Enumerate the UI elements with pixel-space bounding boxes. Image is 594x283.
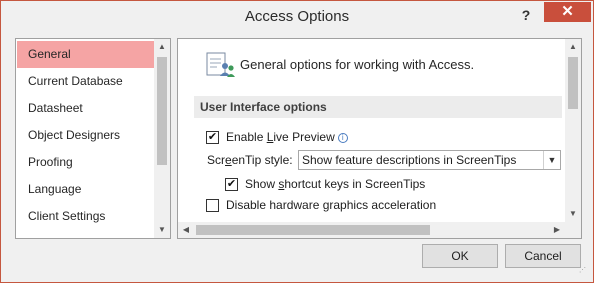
label-part: ive Preview: [273, 130, 335, 144]
page-heading: General options for working with Access.: [240, 57, 475, 72]
hardware-acceleration-checkbox[interactable]: [206, 199, 219, 212]
nav-item-general[interactable]: General: [17, 41, 155, 68]
label-part: Scr: [207, 153, 225, 167]
accelerator-key: e: [225, 153, 232, 167]
cancel-button[interactable]: Cancel: [505, 244, 581, 268]
content-vertical-scrollbar[interactable]: ▲ ▼: [565, 39, 581, 222]
close-button[interactable]: ✕: [544, 2, 591, 22]
ok-button[interactable]: OK: [422, 244, 498, 268]
scroll-up-icon[interactable]: ▲: [154, 39, 170, 55]
nav-item-client-settings[interactable]: Client Settings: [17, 203, 155, 230]
nav-scroll-thumb[interactable]: [157, 57, 167, 165]
scroll-left-icon[interactable]: ◀: [178, 222, 194, 238]
content-scroll-thumb[interactable]: [568, 57, 578, 109]
label-part: hortcut keys in ScreenTips: [284, 177, 426, 191]
screentip-style-label: ScreenTip style:: [207, 153, 293, 167]
live-preview-option[interactable]: ✔ Enable Live Preview i: [206, 130, 366, 146]
shortcut-keys-checkbox[interactable]: ✔: [225, 178, 238, 191]
live-preview-label: Enable Live Preview i: [226, 130, 348, 144]
horizontal-scroll-thumb[interactable]: [196, 225, 430, 235]
nav-item-object-designers[interactable]: Object Designers: [17, 122, 155, 149]
nav-item-proofing[interactable]: Proofing: [17, 149, 155, 176]
hardware-acceleration-label: Disable hardware graphics acceleration: [226, 198, 437, 212]
shortcut-keys-option[interactable]: ✔ Show shortcut keys in ScreenTips: [225, 177, 445, 193]
general-options-icon: [206, 52, 235, 77]
options-content: General options for working with Access.…: [177, 38, 582, 239]
nav-item-datasheet[interactable]: Datasheet: [17, 95, 155, 122]
scroll-up-icon[interactable]: ▲: [565, 39, 581, 55]
category-list: General Current Database Datasheet Objec…: [15, 38, 171, 239]
help-button[interactable]: ?: [515, 5, 537, 25]
window-title: Access Options: [244, 8, 350, 25]
info-icon[interactable]: i: [337, 133, 348, 143]
screentip-style-value: Show feature descriptions in ScreenTips: [302, 153, 517, 167]
scroll-right-icon[interactable]: ▶: [549, 222, 565, 238]
section-header: User Interface options: [194, 96, 562, 118]
screentip-style-select[interactable]: Show feature descriptions in ScreenTips …: [298, 150, 561, 170]
scroll-corner: [565, 222, 581, 238]
title-bar[interactable]: Access Options ? ✕: [1, 1, 593, 32]
live-preview-checkbox[interactable]: ✔: [206, 131, 219, 144]
chevron-down-icon[interactable]: ▼: [543, 151, 560, 169]
section-title: User Interface options: [200, 100, 327, 114]
nav-scrollbar[interactable]: ▲ ▼: [154, 39, 170, 238]
nav-item-language[interactable]: Language: [17, 176, 155, 203]
label-part: Show: [245, 177, 279, 191]
hardware-acceleration-option[interactable]: Disable hardware graphics acceleration: [206, 198, 456, 214]
shortcut-keys-label: Show shortcut keys in ScreenTips: [245, 177, 425, 191]
label-part: enTip style:: [231, 153, 293, 167]
scroll-down-icon[interactable]: ▼: [154, 222, 170, 238]
access-options-dialog: Access Options ? ✕ General Current Datab…: [0, 0, 594, 283]
label-part: Enable: [226, 130, 267, 144]
scroll-down-icon[interactable]: ▼: [565, 206, 581, 222]
resize-grip-icon[interactable]: ⋰: [579, 267, 591, 280]
nav-item-current-database[interactable]: Current Database: [17, 68, 155, 95]
content-horizontal-scrollbar[interactable]: ◀ ▶: [178, 222, 565, 238]
